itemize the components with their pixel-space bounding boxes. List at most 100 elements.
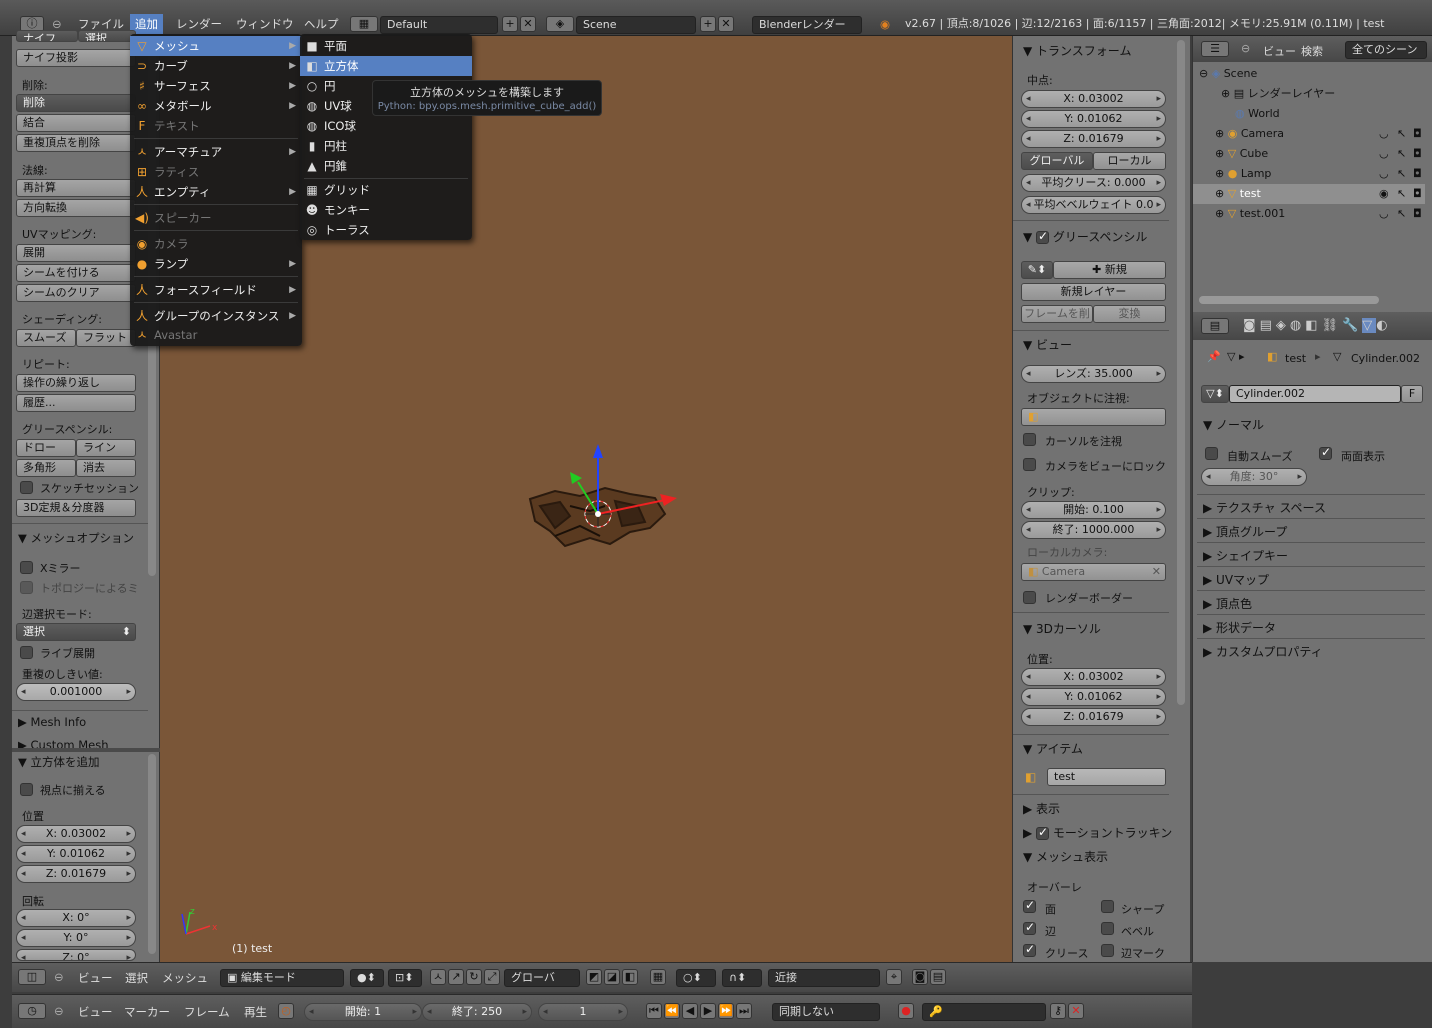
manipulator-icon[interactable]: ㅅ [430,969,446,985]
collapse-icon[interactable]: ⊖ [54,1004,64,1018]
frame-delete-button[interactable]: フレームを削 [1021,305,1093,323]
edge-select-dropdown[interactable]: 選択 ⬍ [16,623,136,641]
line-button[interactable]: ライン [76,439,136,457]
clear-seam-button[interactable]: シームのクリア [16,284,136,302]
lock-object-field[interactable]: ◧ [1021,408,1166,426]
mean-crease-field[interactable]: 平均クリース: 0.000 [1021,174,1166,192]
edges-checkbox[interactable] [1023,920,1036,935]
vertex-colors-header[interactable]: ▶ 頂点色 [1203,595,1252,612]
outliner-row-world[interactable]: ◍ World [1193,104,1425,124]
menu-item-metaball[interactable]: ∞ メタボール ▶ [130,96,302,116]
expand-icon[interactable]: ⊕ [1215,187,1228,200]
select-menu[interactable]: 選択 [125,970,148,986]
lens-field[interactable]: レンズ: 35.000 [1021,365,1166,383]
visibility-eye-icon[interactable]: ◉ [1379,184,1389,204]
convert-button[interactable]: 変換 [1093,305,1166,323]
menu-item-grid[interactable]: ▦ グリッド [300,180,472,200]
visibility-eye-icon[interactable]: ◡ [1379,144,1389,164]
select-arrow-icon[interactable]: ↖ [1397,144,1406,164]
cursor-y-field[interactable]: Y: 0.01062 [1021,688,1166,706]
collapse-icon[interactable]: ⊖ [1241,42,1250,55]
item-header[interactable]: ▼ アイテム [1023,740,1083,757]
jump-key-back-icon[interactable]: ⏪ [664,1003,680,1019]
expand-icon[interactable]: ⊕ [1221,87,1234,100]
display-header[interactable]: ▶ 表示 [1023,800,1060,817]
menu-item-cylinder[interactable]: ▮ 円柱 [300,136,472,156]
end-frame-field[interactable]: 終了: 250 [422,1003,532,1021]
live-unwrap-checkbox[interactable] [20,646,33,659]
timeline-view-menu[interactable]: ビュー [78,1004,113,1020]
outliner-row-lamp[interactable]: ⊕ ● Lamp ◡ ↖ ◘ [1193,164,1425,184]
motion-tracking-checkbox[interactable] [1036,825,1050,840]
outliner-row-cube[interactable]: ⊕ ▽ Cube ◡ ↖ ◘ [1193,144,1425,164]
playback-menu[interactable]: 再生 [244,1004,267,1020]
outliner-editor-icon[interactable]: ☰ [1201,41,1229,57]
normals-header[interactable]: ▼ ノーマル [1203,416,1264,433]
outliner-search-menu[interactable]: 検索 [1301,43,1323,59]
menu-item-mesh[interactable]: ▽ メッシュ ▶ [130,36,302,56]
uv-maps-header[interactable]: ▶ UVマップ [1203,571,1269,588]
median-z-field[interactable]: Z: 0.01679 [1021,130,1166,148]
record-icon[interactable]: ● [898,1003,914,1019]
median-x-field[interactable]: X: 0.03002 [1021,90,1166,108]
falloff-select[interactable]: ∩⬍ [722,969,762,987]
location-z-field[interactable]: Z: 0.01679 [16,865,136,883]
layout-icon[interactable]: ▦ [350,16,378,32]
current-frame-field[interactable]: 1 [538,1003,628,1021]
menu-item-avastar[interactable]: ㅅ Avastar [130,325,302,345]
vertex-select-icon[interactable]: ◩ [586,969,602,985]
flip-normals-button[interactable]: 方向転換 [16,199,136,217]
jump-end-icon[interactable]: ⏭ [736,1003,752,1019]
grease-pencil-checkbox[interactable] [1036,229,1050,244]
occlude-icon[interactable]: ▦ [650,969,666,985]
local-camera-field[interactable]: ◧ Camera ✕ [1021,563,1166,581]
rotation-y-field[interactable]: Y: 0° [16,929,136,947]
recalc-normals-button[interactable]: 再計算 [16,179,136,197]
menu-item-speaker[interactable]: ◀) スピーカー [130,208,302,228]
menu-item-force-field[interactable]: 人フォースフィールド ▶ [130,280,302,300]
preview-range-icon[interactable]: ◴ [278,1003,294,1019]
knife-button[interactable]: ナイフ [16,30,78,42]
render-camera-icon[interactable]: ◘ [1413,164,1422,184]
history-button[interactable]: 履歴... [16,394,136,412]
render-camera-icon[interactable]: ◘ [1413,144,1422,164]
proportional-select[interactable]: ○⬍ [676,969,716,987]
outliner-row-test[interactable]: ⊕ ▽ test ◉ ↖ ◘ [1193,184,1425,204]
3d-cursor-header[interactable]: ▼ 3Dカーソル [1023,620,1101,637]
pin-icon[interactable]: 📌 [1207,350,1221,363]
marker-menu[interactable]: マーカー [124,1004,170,1020]
median-y-field[interactable]: Y: 0.01062 [1021,110,1166,128]
location-y-field[interactable]: Y: 0.01062 [16,845,136,863]
custom-mesh-header[interactable]: ▶ Custom Mesh [18,738,109,748]
outliner-row-render-layer[interactable]: ⊕ ▤ レンダーレイヤー [1193,84,1425,104]
geometry-data-header[interactable]: ▶ 形状データ [1203,619,1276,636]
mesh-menu[interactable]: メッシュ [162,970,208,986]
menu-item-ico-sphere[interactable]: ◍ ICO球 [300,116,472,136]
rotation-z-field[interactable]: Z: 0° [16,949,136,961]
shape-keys-header[interactable]: ▶ シェイプキー [1203,547,1288,564]
expand-icon[interactable]: ⊕ [1215,127,1228,140]
render-anim-icon[interactable]: ▤ [930,969,946,985]
custom-properties-header[interactable]: ▶ カスタムプロパティ [1203,643,1323,660]
global-toggle[interactable]: グローバル [1021,152,1093,170]
render-camera-icon[interactable]: ◘ [1413,124,1422,144]
visibility-eye-icon[interactable]: ◡ [1379,204,1389,224]
lock-camera-checkbox[interactable] [1023,458,1036,471]
menu-item-lamp[interactable]: ● ランプ ▶ [130,254,302,274]
local-toggle[interactable]: ローカル [1093,152,1166,170]
visibility-eye-icon[interactable]: ◡ [1379,164,1389,184]
menu-item-cone[interactable]: ▲ 円錐 [300,156,472,176]
outliner-view-menu[interactable]: ビュー [1263,43,1296,59]
cursor-x-field[interactable]: X: 0.03002 [1021,668,1166,686]
select-arrow-icon[interactable]: ↖ [1397,164,1406,184]
erase-button[interactable]: 消去 [76,459,136,477]
texture-space-header[interactable]: ▶ テクスチャ スペース [1203,499,1326,516]
face-select-icon[interactable]: ◧ [622,969,638,985]
join-button[interactable]: 結合 [16,114,136,132]
snap-element-select[interactable]: 近接 [768,969,880,987]
sketch-checkbox[interactable] [20,481,33,494]
vertex-groups-header[interactable]: ▶ 頂点グループ [1203,523,1287,540]
ruler-button[interactable]: 3D定規＆分度器 [16,499,136,517]
clip-start-field[interactable]: 開始: 0.100 [1021,501,1166,519]
scale-icon[interactable]: ⤢ [484,969,500,985]
